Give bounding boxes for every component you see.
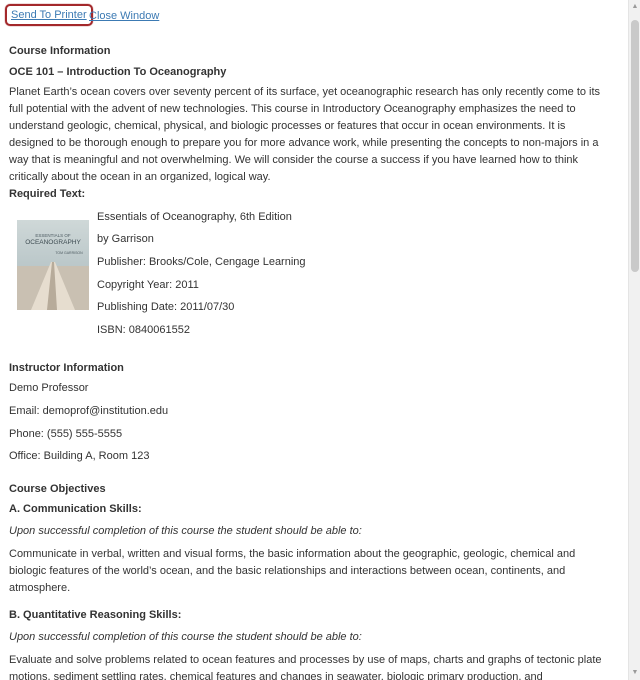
- instructor-office: Office: Building A, Room 123: [9, 450, 150, 462]
- svg-text:TOM GARRISON: TOM GARRISON: [55, 251, 83, 255]
- required-text-heading: Required Text:: [9, 188, 86, 200]
- instructor-name: Demo Professor: [9, 382, 89, 394]
- svg-text:OCEANOGRAPHY: OCEANOGRAPHY: [25, 239, 81, 246]
- book-pub-date: Publishing Date: 2011/07/30: [97, 301, 235, 313]
- objective-a-heading: A. Communication Skills:: [9, 503, 142, 515]
- instructor-phone: Phone: (555) 555-5555: [9, 428, 123, 440]
- scroll-thumb[interactable]: [631, 20, 639, 272]
- close-window-link[interactable]: Close Window: [89, 10, 159, 22]
- objective-b-intro: Upon successful completion of this cours…: [9, 631, 362, 643]
- objective-b-heading: B. Quantitative Reasoning Skills:: [9, 609, 182, 621]
- syllabus-page: Send To Printer Close Window Course Info…: [0, 0, 628, 680]
- instructor-email: Email: demoprof@institution.edu: [9, 405, 169, 417]
- book-author: by Garrison: [97, 233, 154, 245]
- scroll-down-icon[interactable]: ▼: [629, 666, 640, 680]
- course-title: OCE 101 – Introduction To Oceanography: [9, 66, 227, 78]
- objective-a-intro: Upon successful completion of this cours…: [9, 525, 362, 537]
- book-title: Essentials of Oceanography, 6th Edition: [97, 211, 292, 223]
- svg-text:ESSENTIALS OF: ESSENTIALS OF: [35, 233, 71, 238]
- objective-a-text: Communicate in verbal, written and visua…: [9, 548, 576, 594]
- vertical-scrollbar[interactable]: ▲ ▼: [628, 0, 640, 680]
- course-description: Planet Earth’s ocean covers over seventy…: [9, 86, 601, 183]
- scroll-up-icon[interactable]: ▲: [629, 0, 640, 14]
- course-info-heading: Course Information: [9, 45, 111, 57]
- book-publisher: Publisher: Brooks/Cole, Cengage Learning: [97, 256, 306, 268]
- book-cover-art: ESSENTIALS OF OCEANOGRAPHY TOM GARRISON: [17, 220, 89, 310]
- book-isbn: ISBN: 0840061552: [97, 324, 190, 336]
- objectives-heading: Course Objectives: [9, 483, 106, 495]
- book-copyright: Copyright Year: 2011: [97, 279, 199, 291]
- send-to-printer-button[interactable]: Send To Printer: [5, 4, 93, 26]
- book-cover-image: ESSENTIALS OF OCEANOGRAPHY TOM GARRISON: [17, 220, 89, 310]
- objective-b-text: Evaluate and solve problems related to o…: [9, 654, 602, 680]
- instructor-heading: Instructor Information: [9, 362, 124, 374]
